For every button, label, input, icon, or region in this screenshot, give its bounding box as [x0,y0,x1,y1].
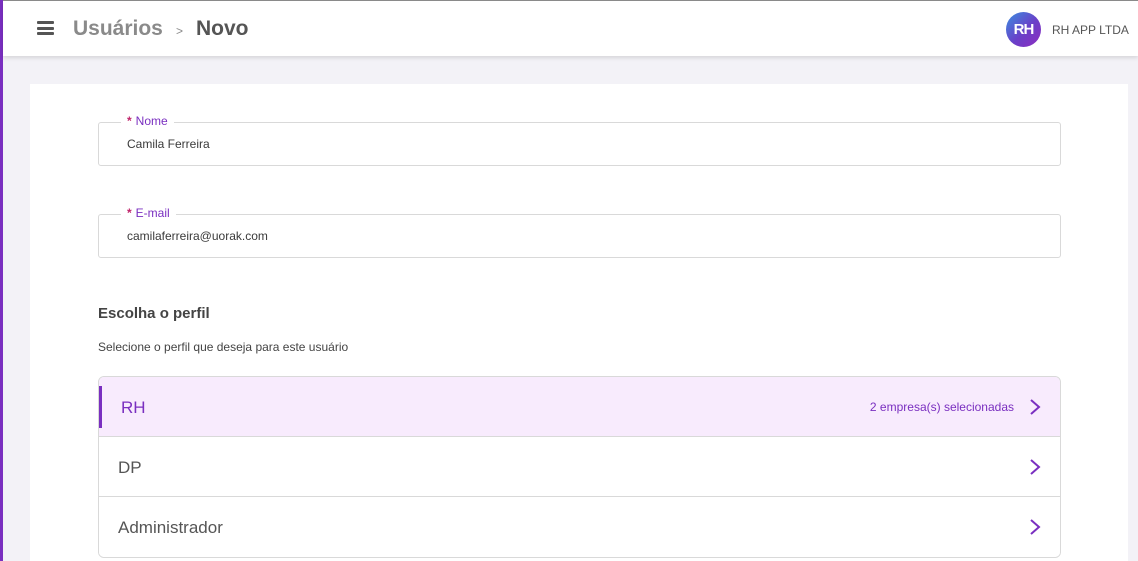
page-title: Novo [196,17,249,40]
profile-item-label: RH [121,398,146,417]
top-header: Usuários > Novo RH RH APP LTDA [3,0,1138,56]
profile-item-rh[interactable]: RH 2 empresa(s) selecionadas [99,377,1060,437]
profile-item-dp[interactable]: DP [99,437,1060,497]
email-input[interactable] [127,229,1027,243]
profile-item-label: DP [118,458,142,477]
hamburger-menu-icon[interactable] [37,21,54,35]
profile-item-administrador[interactable]: Administrador [99,497,1060,557]
profile-section-subtitle: Selecione o perfil que deseja para este … [98,340,349,354]
name-field[interactable]: * Nome [98,114,1061,166]
profile-list: RH 2 empresa(s) selecionadas DP Administ… [98,376,1061,558]
email-field-label: * E-mail [121,206,176,220]
selected-companies-count: 2 empresa(s) selecionadas [869,400,1014,414]
company-name[interactable]: RH APP LTDA [1052,23,1129,37]
company-avatar[interactable]: RH [1006,12,1041,47]
left-accent-bar [0,0,3,561]
chevron-right-icon[interactable] [1028,517,1042,537]
name-label-text: Nome [135,114,168,128]
profile-item-label: Administrador [118,518,223,537]
breadcrumb-parent-link[interactable]: Usuários [73,17,163,41]
required-mark: * [127,206,132,220]
required-mark: * [127,114,132,128]
profile-section-title: Escolha o perfil [98,305,210,322]
chevron-right-icon[interactable] [1028,457,1042,477]
email-field[interactable]: * E-mail [98,206,1061,258]
form-card: *Nome *E-mail Escolha o perfil Selecione… [30,84,1128,561]
breadcrumb-separator: > [176,24,184,38]
name-input[interactable] [127,137,1027,151]
active-indicator [99,386,102,428]
name-field-label: * Nome [121,114,174,128]
chevron-right-icon[interactable] [1028,397,1042,417]
email-label-text: E-mail [135,206,170,220]
